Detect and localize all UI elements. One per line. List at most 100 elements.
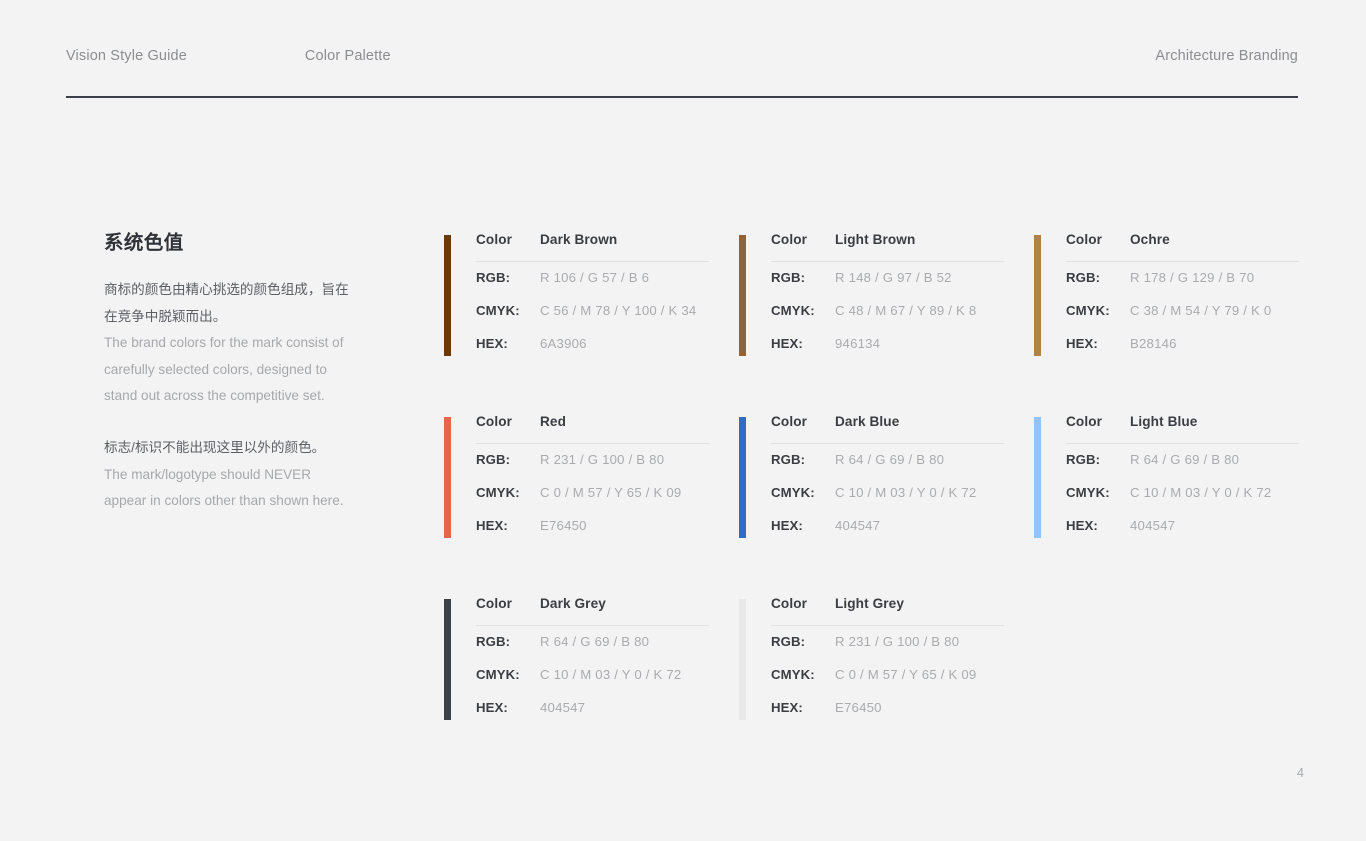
row-spacer [444, 369, 1304, 414]
hex-label: HEX: [1066, 518, 1098, 533]
color-swatch-bar [444, 235, 451, 356]
intro-paragraph-gap [104, 409, 354, 435]
card-divider [476, 443, 709, 444]
rgb-label: RGB: [771, 634, 806, 649]
color-label: Color [771, 596, 807, 611]
cmyk-value: C 0 / M 57 / Y 65 / K 09 [835, 667, 977, 682]
cmyk-label: CMYK: [476, 667, 520, 682]
card-divider [771, 261, 1004, 262]
rgb-value: R 64 / G 69 / B 80 [540, 634, 650, 649]
color-card[interactable]: Color Light Grey RGB: R 231 / G 100 / B … [739, 596, 1004, 733]
color-card-header: Color Dark Blue [771, 414, 1004, 429]
rgb-value: R 148 / G 97 / B 52 [835, 270, 952, 285]
rgb-row: RGB: R 178 / G 129 / B 70 [1066, 270, 1299, 303]
rgb-row: RGB: R 64 / G 69 / B 80 [1066, 452, 1299, 485]
cmyk-row: CMYK: C 56 / M 78 / Y 100 / K 34 [476, 303, 709, 336]
hex-label: HEX: [1066, 336, 1098, 351]
card-divider [476, 625, 709, 626]
intro-cn-paragraph-2: 标志/标识不能出现这里以外的颜色。 [104, 440, 326, 456]
intro-en-paragraph-2: The mark/logotype should NEVER appear in… [104, 466, 344, 509]
card-divider [476, 261, 709, 262]
color-card[interactable]: Color Red RGB: R 231 / G 100 / B 80 CMYK… [444, 414, 709, 551]
rgb-label: RGB: [771, 452, 806, 467]
header-item-architecture-branding: Architecture Branding [1155, 48, 1298, 64]
cmyk-value: C 48 / M 67 / Y 89 / K 8 [835, 303, 977, 318]
rgb-row: RGB: R 148 / G 97 / B 52 [771, 270, 1004, 303]
page-number: 4 [1296, 765, 1304, 780]
hex-value: 404547 [835, 518, 881, 533]
intro-column: 系统色值 商标的颜色由精心挑选的颜色组成，旨在在竞争中脱颖而出。 The bra… [104, 232, 354, 515]
color-card[interactable]: Color Light Brown RGB: R 148 / G 97 / B … [739, 232, 1004, 369]
rgb-row: RGB: R 231 / G 100 / B 80 [771, 634, 1004, 667]
rgb-row: RGB: R 64 / G 69 / B 80 [476, 634, 709, 667]
hex-label: HEX: [771, 336, 803, 351]
rgb-row: RGB: R 106 / G 57 / B 6 [476, 270, 709, 303]
color-label: Color [476, 232, 512, 247]
color-swatch-bar [1034, 417, 1041, 538]
intro-cn-paragraph-1: 商标的颜色由精心挑选的颜色组成，旨在在竞争中脱颖而出。 [104, 282, 349, 324]
color-card-header: Color Light Brown [771, 232, 1004, 247]
cmyk-label: CMYK: [1066, 303, 1110, 318]
cmyk-label: CMYK: [771, 303, 815, 318]
hex-label: HEX: [771, 700, 803, 715]
cmyk-row: CMYK: C 10 / M 03 / Y 0 / K 72 [476, 667, 709, 700]
card-divider [1066, 443, 1299, 444]
header-divider-rule [66, 96, 1298, 98]
hex-row: HEX: 404547 [771, 518, 1004, 551]
rgb-label: RGB: [771, 270, 806, 285]
rgb-value: R 106 / G 57 / B 6 [540, 270, 650, 285]
rgb-value: R 178 / G 129 / B 70 [1130, 270, 1255, 285]
hex-value: 404547 [540, 700, 586, 715]
hex-value: E76450 [540, 518, 587, 533]
color-name: Red [540, 414, 566, 429]
hex-value: 946134 [835, 336, 881, 351]
rgb-label: RGB: [1066, 270, 1101, 285]
page-title: 系统色值 [104, 232, 184, 254]
color-label: Color [771, 414, 807, 429]
color-swatch-grid: Color Dark Brown RGB: R 106 / G 57 / B 6… [444, 232, 1304, 733]
color-swatch-bar [739, 417, 746, 538]
color-card[interactable]: Color Dark Blue RGB: R 64 / G 69 / B 80 … [739, 414, 1004, 551]
cmyk-value: C 0 / M 57 / Y 65 / K 09 [540, 485, 682, 500]
swatch-row: Color Dark Brown RGB: R 106 / G 57 / B 6… [444, 232, 1304, 369]
color-card-header: Color Light Grey [771, 596, 1004, 611]
color-card-header: Color Ochre [1066, 232, 1299, 247]
hex-row: HEX: 404547 [476, 700, 709, 733]
hex-label: HEX: [771, 518, 803, 533]
header-item-color-palette: Color Palette [304, 48, 391, 64]
rgb-row: RGB: R 231 / G 100 / B 80 [476, 452, 709, 485]
card-divider [1066, 261, 1299, 262]
rgb-label: RGB: [476, 634, 511, 649]
swatch-row: Color Red RGB: R 231 / G 100 / B 80 CMYK… [444, 414, 1304, 551]
cmyk-row: CMYK: C 48 / M 67 / Y 89 / K 8 [771, 303, 1004, 336]
header-item-vision-style-guide: Vision Style Guide [66, 48, 187, 64]
color-label: Color [476, 596, 512, 611]
cmyk-row: CMYK: C 0 / M 57 / Y 65 / K 09 [771, 667, 1004, 700]
color-name: Dark Grey [540, 596, 606, 611]
rgb-value: R 64 / G 69 / B 80 [1130, 452, 1240, 467]
rgb-value: R 231 / G 100 / B 80 [835, 634, 960, 649]
hex-row: HEX: 946134 [771, 336, 1004, 369]
cmyk-label: CMYK: [476, 303, 520, 318]
color-card-header: Color Dark Grey [476, 596, 709, 611]
color-swatch-bar [1034, 235, 1041, 356]
cmyk-label: CMYK: [1066, 485, 1110, 500]
color-card[interactable]: Color Ochre RGB: R 178 / G 129 / B 70 CM… [1034, 232, 1299, 369]
cmyk-row: CMYK: C 10 / M 03 / Y 0 / K 72 [771, 485, 1004, 518]
color-card[interactable]: Color Light Blue RGB: R 64 / G 69 / B 80… [1034, 414, 1299, 551]
cmyk-label: CMYK: [771, 485, 815, 500]
hex-label: HEX: [476, 518, 508, 533]
hex-row: HEX: E76450 [476, 518, 709, 551]
card-divider [771, 443, 1004, 444]
hex-value: 404547 [1130, 518, 1176, 533]
hex-value: 6A3906 [540, 336, 587, 351]
color-swatch-bar [739, 599, 746, 720]
slide-page: Vision Style Guide Color Palette Archite… [0, 0, 1366, 841]
hex-row: HEX: E76450 [771, 700, 1004, 733]
color-label: Color [476, 414, 512, 429]
color-swatch-bar [739, 235, 746, 356]
cmyk-label: CMYK: [771, 667, 815, 682]
rgb-label: RGB: [1066, 452, 1101, 467]
color-card[interactable]: Color Dark Brown RGB: R 106 / G 57 / B 6… [444, 232, 709, 369]
color-card[interactable]: Color Dark Grey RGB: R 64 / G 69 / B 80 … [444, 596, 709, 733]
